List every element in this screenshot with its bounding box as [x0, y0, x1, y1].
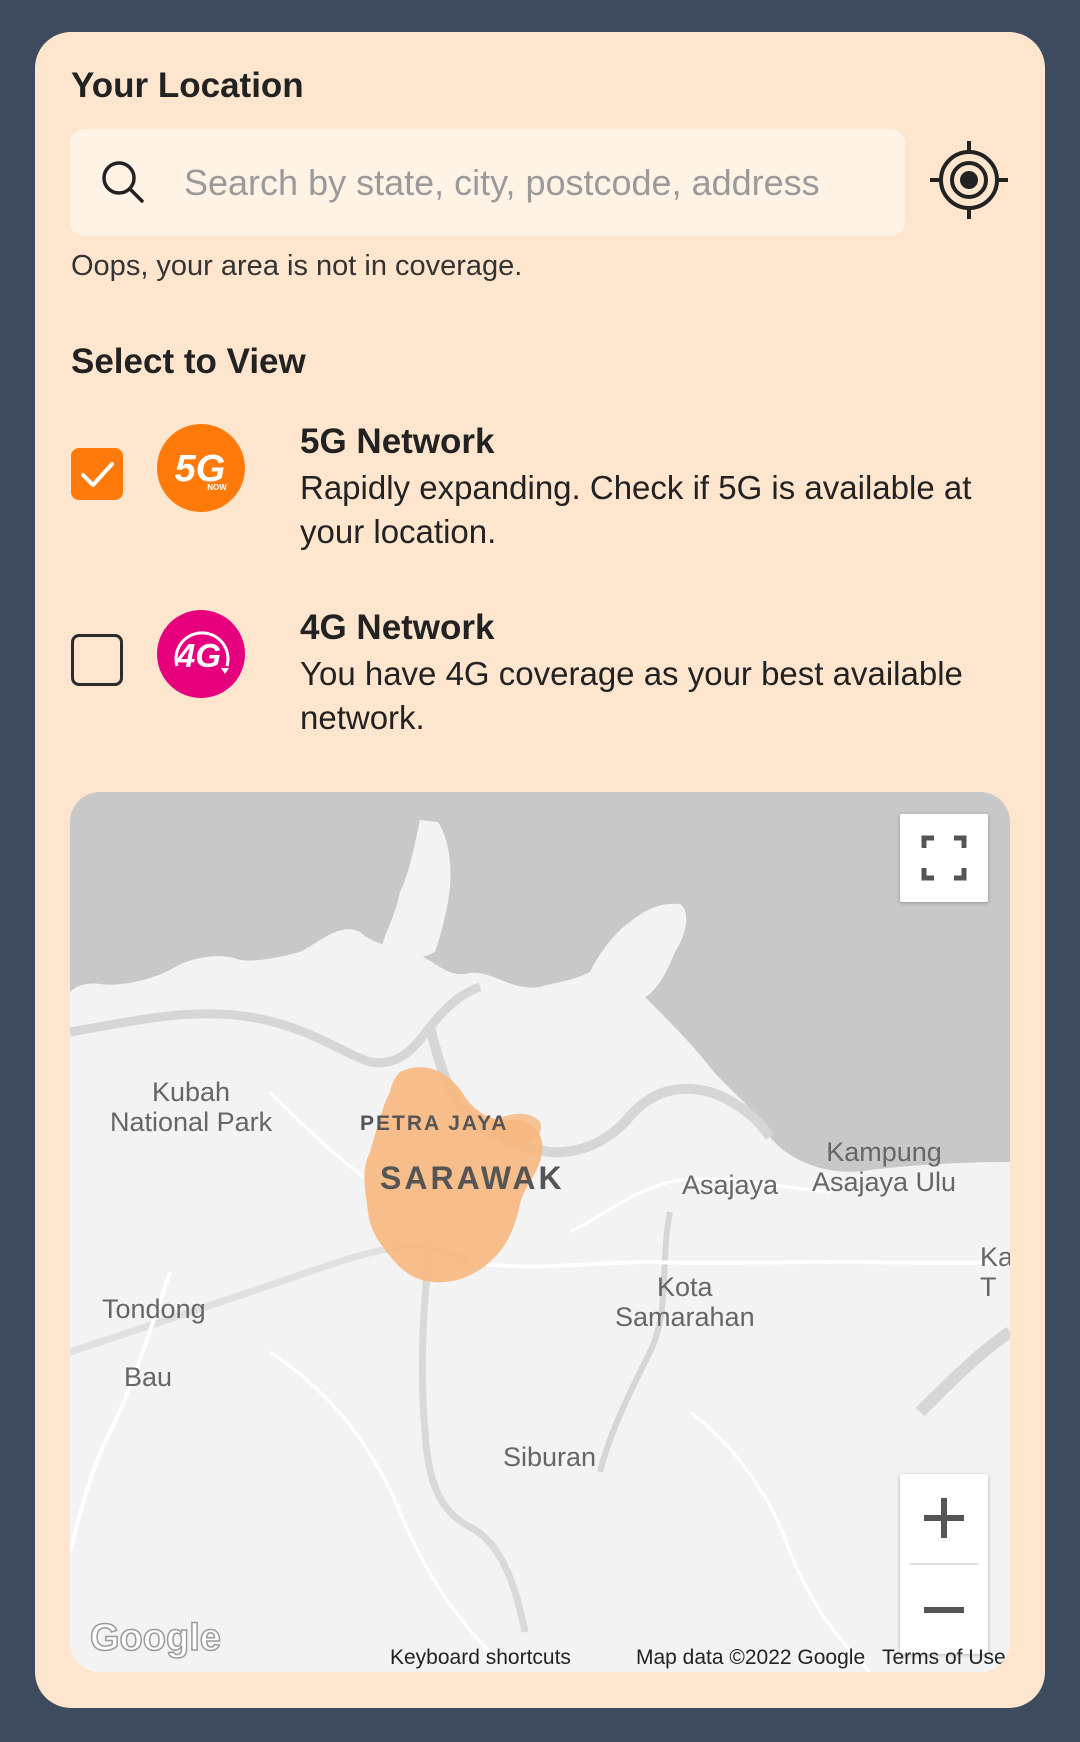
select-to-view-title: Select to View	[71, 342, 306, 381]
map-label-petra-jaya: PETRA JAYA	[360, 1112, 509, 1135]
coverage-card: Your Location Oops, your area is not in …	[35, 32, 1045, 1708]
search-box[interactable]	[70, 129, 905, 236]
network-name-5g: 5G Network	[300, 422, 495, 461]
5g-badge-icon: 5G NOW	[157, 424, 245, 512]
fullscreen-button[interactable]	[900, 814, 988, 902]
your-location-title: Your Location	[71, 66, 304, 105]
svg-text:Google: Google	[90, 1617, 221, 1659]
minus-icon	[924, 1607, 964, 1613]
map-label-kubah: Kubah National Park	[110, 1077, 273, 1137]
search-input[interactable]	[182, 151, 886, 215]
svg-text:4G: 4G	[176, 637, 221, 674]
fullscreen-icon	[921, 835, 967, 881]
network-option-5g: 5G NOW 5G Network Rapidly expanding. Che…	[71, 422, 1031, 564]
map-label-kampung: Kampung Asajaya Ulu	[812, 1137, 957, 1197]
coverage-map[interactable]: Kubah National Park PETRA JAYA SARAWAK As…	[70, 792, 1010, 1672]
checkmark-icon	[81, 462, 114, 487]
zoom-divider	[910, 1563, 978, 1565]
map-data-attribution: Map data ©2022 Google	[636, 1646, 866, 1669]
4g-badge-icon: 4G	[157, 610, 245, 698]
network-name-4g: 4G Network	[300, 608, 495, 647]
zoom-controls	[900, 1474, 988, 1654]
checkbox-5g[interactable]	[71, 448, 123, 500]
zoom-in-button[interactable]	[900, 1474, 988, 1562]
coverage-message: Oops, your area is not in coverage.	[71, 250, 523, 282]
network-option-4g: 4G 4G Network You have 4G coverage as yo…	[71, 608, 1031, 750]
map-label-sarawak: SARAWAK	[380, 1160, 565, 1196]
plus-icon	[924, 1498, 964, 1538]
checkbox-4g[interactable]	[71, 634, 123, 686]
svg-text:NOW: NOW	[207, 483, 227, 492]
map-base-layer	[70, 792, 1010, 1672]
map-label-tondong: Tondong	[102, 1294, 206, 1324]
map-label-bau: Bau	[124, 1362, 173, 1392]
locate-me-icon[interactable]	[928, 139, 1010, 221]
map-label-ka: Ka T	[980, 1242, 1010, 1302]
search-icon	[102, 161, 144, 203]
network-description-5g: Rapidly expanding. Check if 5G is availa…	[300, 469, 972, 550]
map-label-asajaya: Asajaya	[682, 1170, 779, 1200]
map-label-siburan: Siburan	[503, 1442, 597, 1472]
google-logo: Google	[89, 1616, 221, 1660]
map-label-kota: Kota Samarahan	[615, 1272, 755, 1332]
terms-of-use-link[interactable]: Terms of Use	[882, 1646, 1006, 1670]
network-description-4g: You have 4G coverage as your best availa…	[300, 655, 963, 736]
zoom-out-button[interactable]	[900, 1566, 988, 1654]
keyboard-shortcuts-link[interactable]: Keyboard shortcuts	[390, 1646, 571, 1670]
